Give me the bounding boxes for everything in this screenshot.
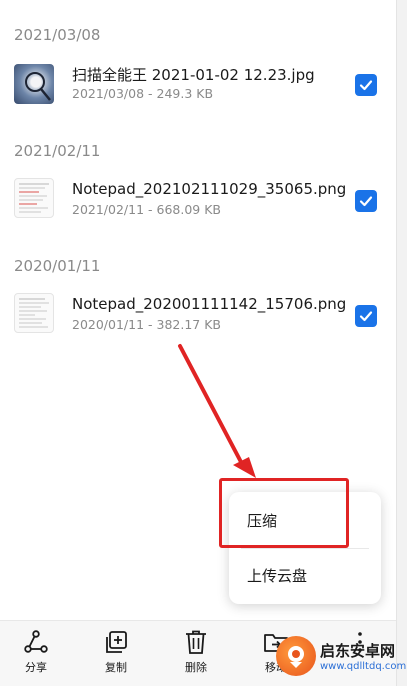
- copy-icon: [106, 631, 127, 653]
- file-name: 扫描全能王 2021-01-02 12.23.jpg: [72, 66, 315, 84]
- file-name: Notepad_202102111029_35065.png: [72, 180, 347, 198]
- watermark-logo-icon: [276, 636, 316, 676]
- date-header: 2020/01/11: [14, 257, 101, 275]
- watermark-url: www.qdlltdq.com: [320, 661, 407, 672]
- copy-button[interactable]: 复制: [92, 629, 140, 683]
- delete-label: 删除: [185, 661, 207, 674]
- menu-item-compress[interactable]: 压缩: [229, 494, 381, 548]
- copy-label: 复制: [105, 661, 127, 674]
- file-row[interactable]: 扫描全能王 2021-01-02 12.23.jpg 2021/03/08 - …: [0, 60, 396, 116]
- file-checkbox[interactable]: [355, 74, 377, 96]
- watermark-title: 启东安卓网: [320, 642, 396, 660]
- share-button[interactable]: 分享: [12, 629, 60, 683]
- file-meta: 2021/03/08 - 249.3 KB: [72, 86, 214, 101]
- document-thumbnail: [14, 178, 54, 218]
- popup-menu: 压缩 上传云盘: [229, 492, 381, 604]
- file-row[interactable]: Notepad_202001111142_15706.png 2020/01/1…: [0, 291, 396, 347]
- file-meta: 2021/02/11 - 668.09 KB: [72, 202, 221, 217]
- check-icon: [359, 80, 373, 91]
- file-meta: 2020/01/11 - 382.17 KB: [72, 317, 221, 332]
- file-name: Notepad_202001111142_15706.png: [72, 295, 347, 313]
- file-row[interactable]: Notepad_202102111029_35065.png 2021/02/1…: [0, 176, 396, 232]
- menu-item-upload-cloud[interactable]: 上传云盘: [229, 549, 381, 603]
- file-checkbox[interactable]: [355, 305, 377, 327]
- date-header: 2021/03/08: [14, 26, 101, 44]
- check-icon: [359, 196, 373, 207]
- share-label: 分享: [25, 661, 47, 674]
- check-icon: [359, 311, 373, 322]
- delete-button[interactable]: 删除: [172, 629, 220, 683]
- photo-thumbnail: [14, 64, 54, 104]
- date-header: 2021/02/11: [14, 142, 101, 160]
- delete-icon: [186, 630, 206, 654]
- right-edge-strip: [396, 0, 407, 686]
- site-watermark: 启东安卓网 www.qdlltdq.com: [276, 636, 407, 680]
- file-checkbox[interactable]: [355, 190, 377, 212]
- document-thumbnail: [14, 293, 54, 333]
- share-icon: [24, 630, 48, 653]
